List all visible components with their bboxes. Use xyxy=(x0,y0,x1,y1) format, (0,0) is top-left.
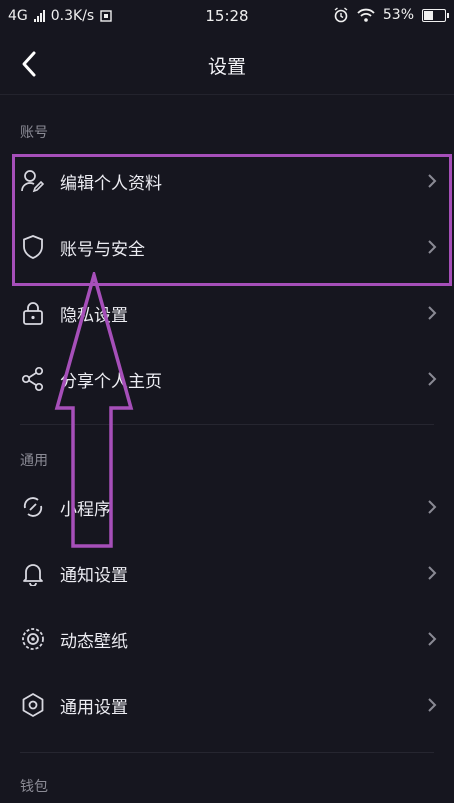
nav-bar: 设置 xyxy=(0,34,454,95)
section-header-account: 账号 xyxy=(20,125,48,141)
settings-item-label: 分享个人主页 xyxy=(60,372,162,392)
lock-icon xyxy=(23,302,43,325)
page-title: 设置 xyxy=(207,56,246,78)
wallpaper-icon xyxy=(22,628,44,650)
settings-item-label: 编辑个人资料 xyxy=(60,174,162,194)
chevron-right-icon xyxy=(428,500,437,514)
settings-item-label: 小程序 xyxy=(60,500,111,520)
bell-icon xyxy=(23,564,43,586)
chevron-right-icon xyxy=(428,632,437,646)
settings-item-mini-program[interactable]: 小程序 xyxy=(0,474,454,540)
alarm-icon xyxy=(334,7,348,23)
share-icon xyxy=(21,366,44,392)
shield-icon xyxy=(23,235,43,259)
settings-item-account-security[interactable]: 账号与安全 xyxy=(0,214,454,280)
section-divider xyxy=(20,424,434,425)
settings-item-label: 账号与安全 xyxy=(60,240,145,260)
battery-icon xyxy=(422,8,449,22)
settings-item-privacy[interactable]: 隐私设置 xyxy=(0,280,454,346)
settings-hexagon-icon xyxy=(22,693,44,717)
settings-item-edit-profile[interactable]: 编辑个人资料 xyxy=(0,148,454,214)
settings-item-label: 通知设置 xyxy=(60,566,128,586)
settings-item-label: 通用设置 xyxy=(60,698,128,718)
mini-program-icon xyxy=(23,497,43,517)
chevron-right-icon xyxy=(428,174,437,188)
status-right: 53% xyxy=(333,7,449,23)
settings-item-label: 隐私设置 xyxy=(60,306,128,326)
status-bar: 4G 0.3K/s 15:28 53% xyxy=(0,0,454,34)
user-edit-icon xyxy=(21,170,45,193)
chevron-right-icon xyxy=(428,698,437,712)
settings-item-live-wallpaper[interactable]: 动态壁纸 xyxy=(0,606,454,672)
chevron-right-icon xyxy=(428,372,437,386)
chevron-right-icon xyxy=(428,240,437,254)
battery-percent: 53% xyxy=(382,7,414,23)
wifi-icon xyxy=(357,8,375,22)
settings-item-general-settings[interactable]: 通用设置 xyxy=(0,672,454,738)
section-header-general: 通用 xyxy=(20,453,48,469)
section-divider xyxy=(20,752,434,753)
settings-item-share-profile[interactable]: 分享个人主页 xyxy=(0,346,454,412)
chevron-right-icon xyxy=(428,566,437,580)
settings-item-notification[interactable]: 通知设置 xyxy=(0,540,454,606)
settings-item-label: 动态壁纸 xyxy=(60,632,128,652)
section-header-wallet: 钱包 xyxy=(20,779,48,795)
chevron-right-icon xyxy=(428,306,437,320)
